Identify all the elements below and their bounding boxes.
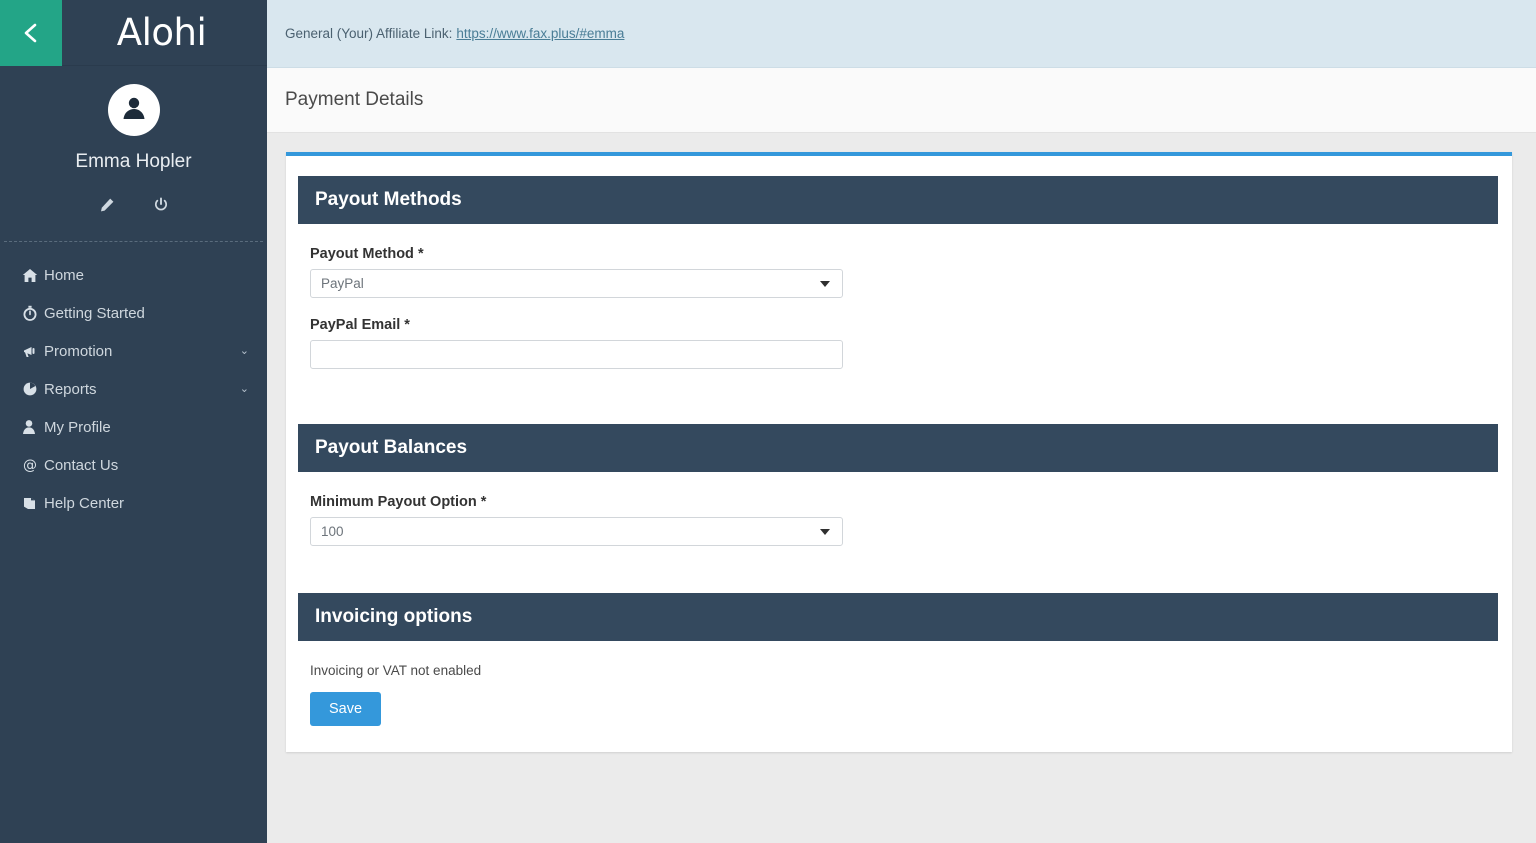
- sidebar-nav: Home Getting Started Promotion ⌄: [0, 242, 267, 522]
- user-name: Emma Hopler: [0, 151, 267, 173]
- chevron-down-icon: [820, 281, 830, 287]
- brand-text: Alohi: [117, 11, 206, 54]
- chevron-down-icon: ⌄: [240, 346, 249, 357]
- payment-details-card: Payout Methods Payout Method * PayPal Pa…: [286, 152, 1512, 752]
- chevron-down-icon: [820, 529, 830, 535]
- sidebar-item-help-center[interactable]: Help Center: [0, 484, 267, 522]
- sidebar-profile: Emma Hopler: [0, 66, 267, 241]
- paypal-email-field: PayPal Email *: [298, 317, 1498, 369]
- minimum-payout-field: Minimum Payout Option * 100: [298, 494, 1498, 546]
- invoicing-note: Invoicing or VAT not enabled: [298, 663, 1498, 678]
- profile-actions: [0, 195, 267, 229]
- content-area: Payout Methods Payout Method * PayPal Pa…: [267, 133, 1536, 843]
- chevron-left-icon: [21, 21, 41, 45]
- sidebar-item-label: Getting Started: [44, 305, 249, 322]
- sidebar: Alohi Emma Hopler: [0, 0, 267, 843]
- at-sign-icon: @: [14, 457, 44, 473]
- payout-method-field: Payout Method * PayPal: [298, 246, 1498, 298]
- minimum-payout-value: 100: [321, 524, 344, 539]
- sidebar-header: Alohi: [0, 0, 267, 66]
- person-icon: [14, 419, 44, 435]
- user-avatar-icon: [119, 93, 149, 128]
- sidebar-item-home[interactable]: Home: [0, 256, 267, 294]
- sidebar-item-contact-us[interactable]: @ Contact Us: [0, 446, 267, 484]
- sidebar-item-promotion[interactable]: Promotion ⌄: [0, 332, 267, 370]
- minimum-payout-select[interactable]: 100: [310, 517, 843, 546]
- payout-method-value: PayPal: [321, 276, 364, 291]
- sidebar-item-my-profile[interactable]: My Profile: [0, 408, 267, 446]
- save-button[interactable]: Save: [310, 692, 381, 726]
- section-spacer: [298, 388, 1498, 424]
- main-area: General (Your) Affiliate Link: https://w…: [267, 0, 1536, 843]
- payout-methods-header: Payout Methods: [298, 176, 1498, 224]
- payout-balances-header: Payout Balances: [298, 424, 1498, 472]
- pie-chart-icon: [14, 381, 44, 397]
- invoicing-options-header: Invoicing options: [298, 593, 1498, 641]
- sidebar-item-label: Promotion: [44, 343, 240, 360]
- sidebar-item-label: Help Center: [44, 495, 249, 512]
- section-spacer: [298, 565, 1498, 593]
- paypal-email-label: PayPal Email *: [310, 317, 1498, 333]
- book-icon: [14, 496, 44, 511]
- stopwatch-icon: [14, 305, 44, 321]
- sidebar-item-getting-started[interactable]: Getting Started: [0, 294, 267, 332]
- paypal-email-input[interactable]: [310, 340, 843, 369]
- page-header: Payment Details: [267, 68, 1536, 133]
- sidebar-item-reports[interactable]: Reports ⌄: [0, 370, 267, 408]
- chevron-down-icon: ⌄: [240, 384, 249, 395]
- payout-method-label: Payout Method *: [310, 246, 1498, 262]
- brand-logo[interactable]: Alohi: [62, 0, 267, 65]
- sidebar-item-label: Home: [44, 267, 249, 284]
- affiliate-link-bar: General (Your) Affiliate Link: https://w…: [267, 0, 1536, 68]
- avatar[interactable]: [108, 84, 160, 136]
- pencil-icon[interactable]: [97, 195, 117, 215]
- svg-text:@: @: [23, 458, 37, 473]
- page-title: Payment Details: [285, 89, 423, 111]
- megaphone-icon: [14, 344, 44, 359]
- minimum-payout-label: Minimum Payout Option *: [310, 494, 1498, 510]
- power-icon[interactable]: [151, 195, 171, 215]
- app-root: Alohi Emma Hopler: [0, 0, 1536, 843]
- home-icon: [14, 268, 44, 283]
- sidebar-collapse-button[interactable]: [0, 0, 62, 66]
- payout-method-select[interactable]: PayPal: [310, 269, 843, 298]
- sidebar-item-label: Reports: [44, 381, 240, 398]
- sidebar-item-label: Contact Us: [44, 457, 249, 474]
- affiliate-link-label: General (Your) Affiliate Link:: [285, 26, 452, 41]
- sidebar-item-label: My Profile: [44, 419, 249, 436]
- affiliate-link[interactable]: https://www.fax.plus/#emma: [456, 26, 624, 41]
